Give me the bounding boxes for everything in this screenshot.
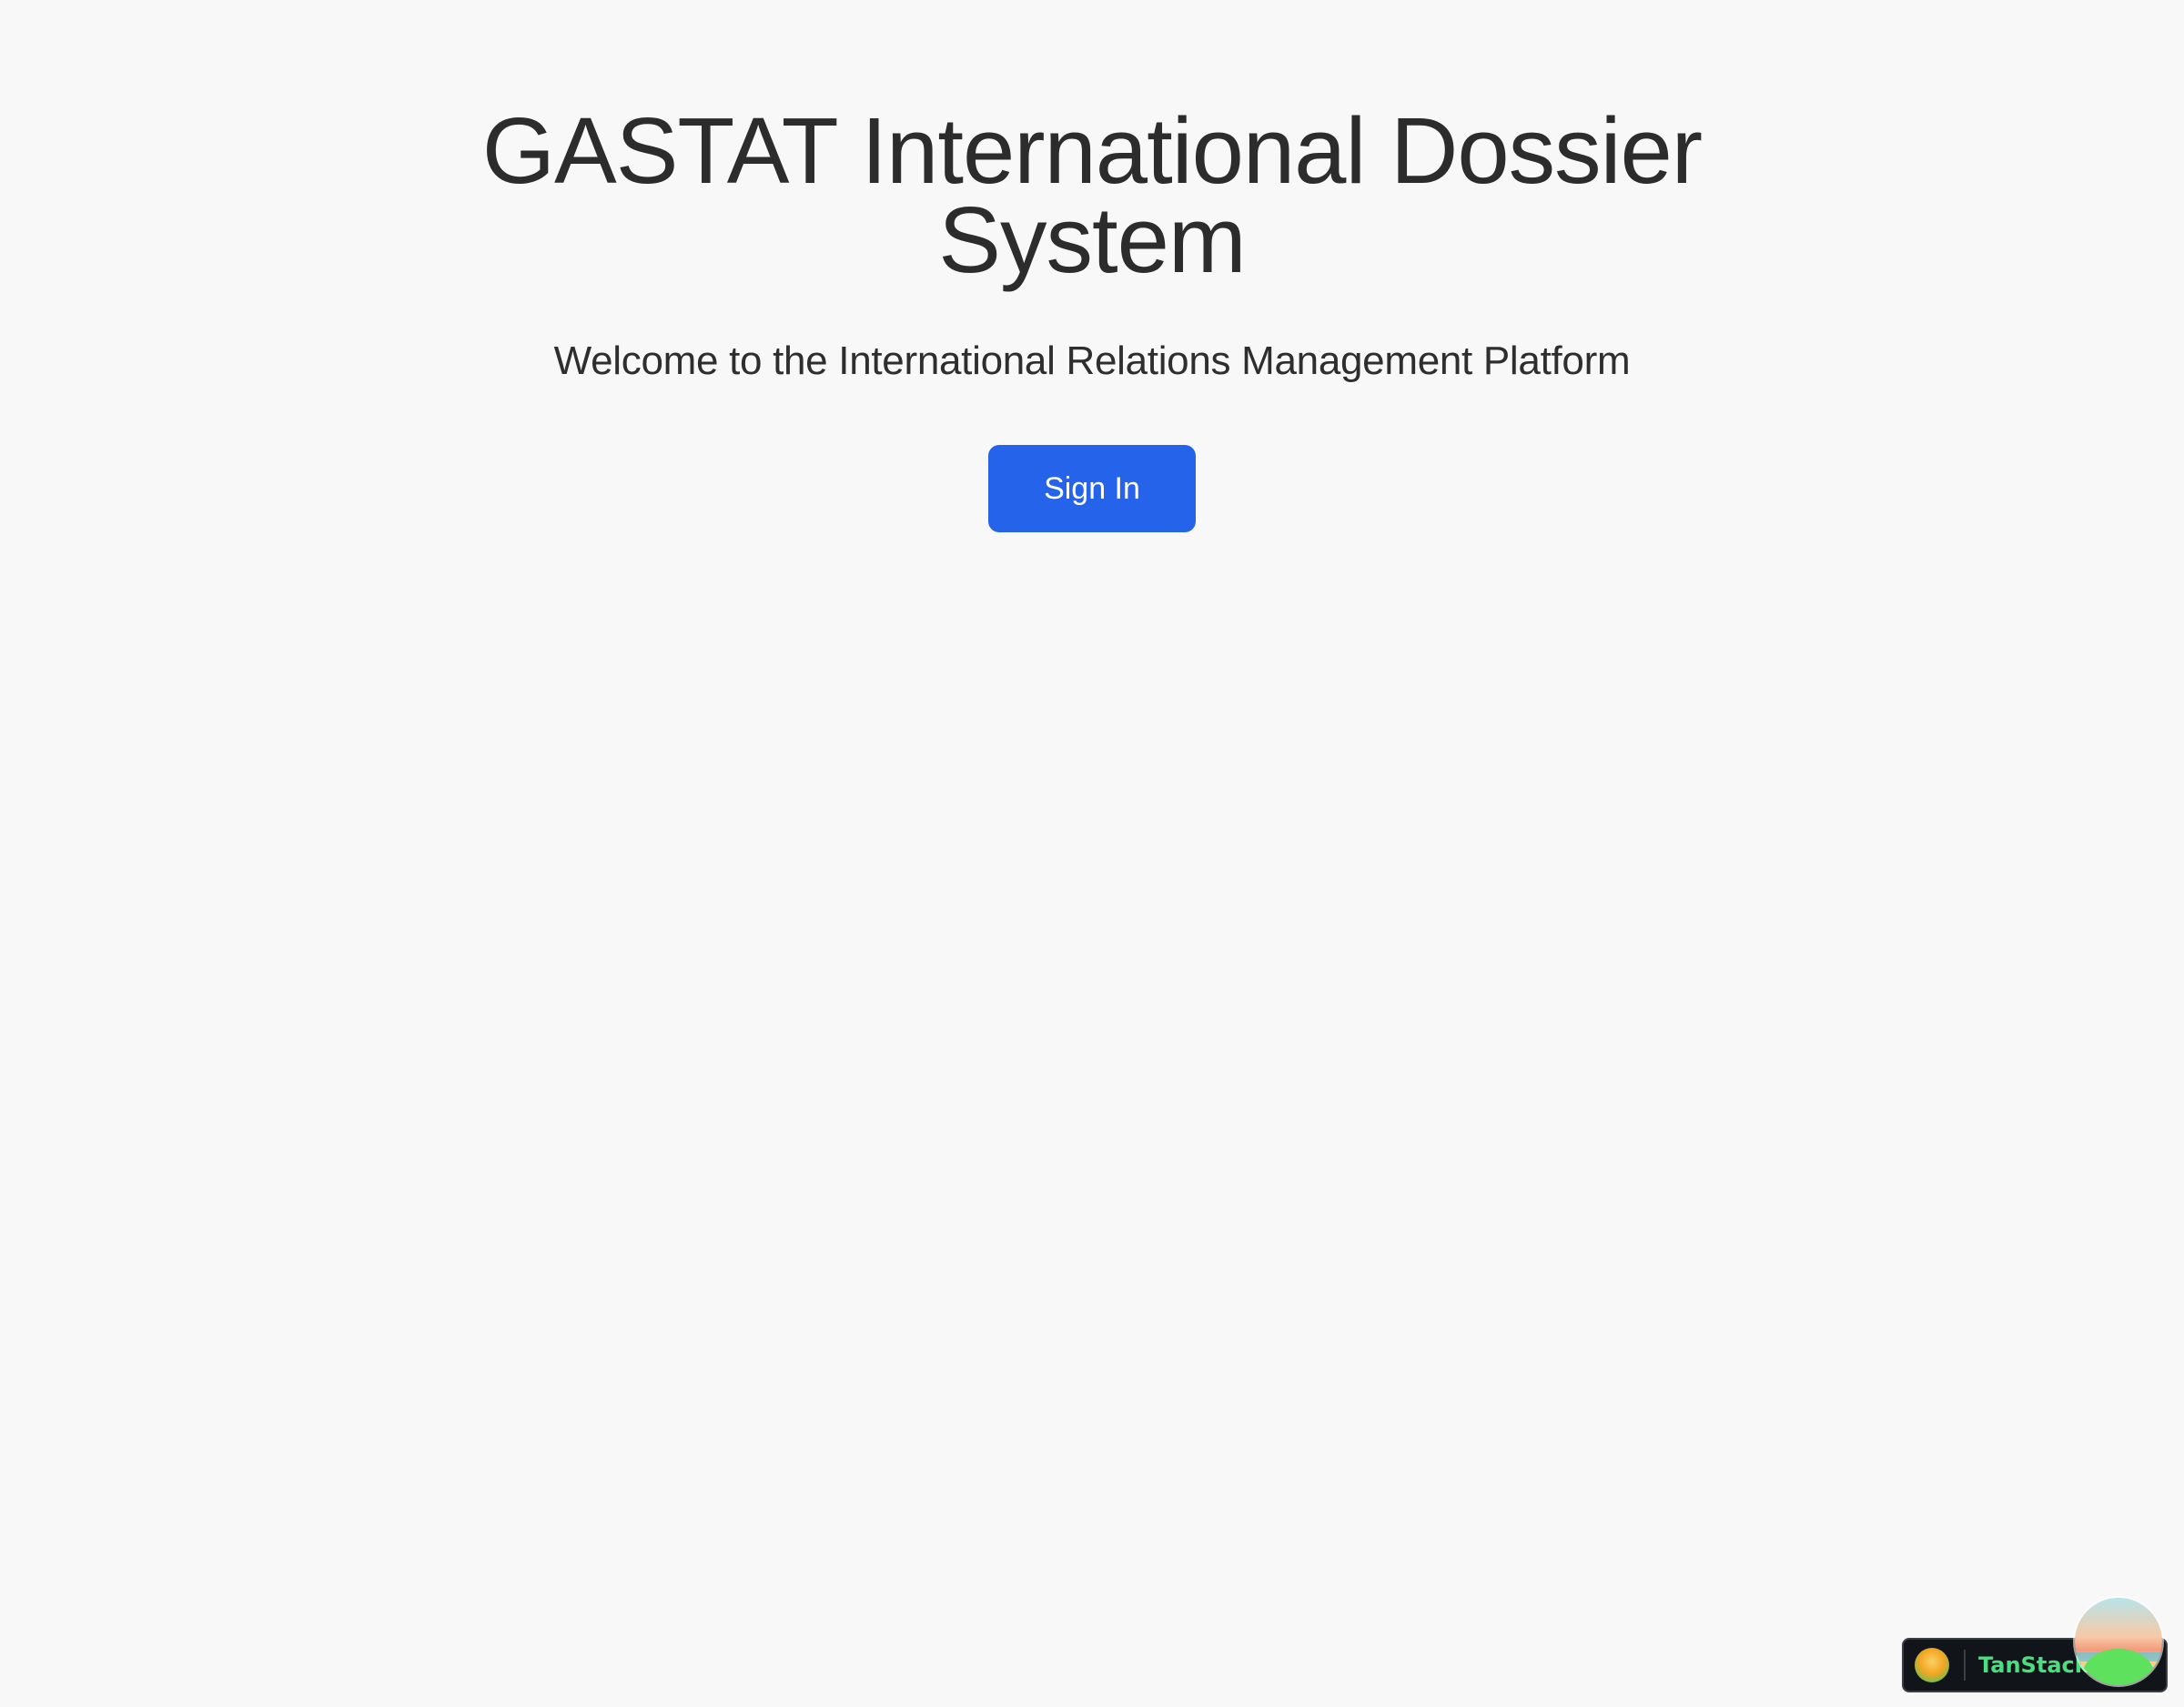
badge-divider bbox=[1964, 1650, 1966, 1681]
tanstack-devtools-orb-icon[interactable] bbox=[2075, 1598, 2162, 1685]
tanstack-logo-icon bbox=[1915, 1648, 1949, 1682]
tanstack-label: TanStack bbox=[1978, 1652, 2089, 1678]
page-title: GASTAT International Dossier System bbox=[481, 98, 1703, 292]
sign-in-button[interactable]: Sign In bbox=[988, 445, 1196, 532]
hero-section: GASTAT International Dossier System Welc… bbox=[0, 0, 2184, 532]
page-subtitle: Welcome to the International Relations M… bbox=[553, 338, 1631, 383]
landing-page: GASTAT International Dossier System Welc… bbox=[0, 0, 2184, 1707]
